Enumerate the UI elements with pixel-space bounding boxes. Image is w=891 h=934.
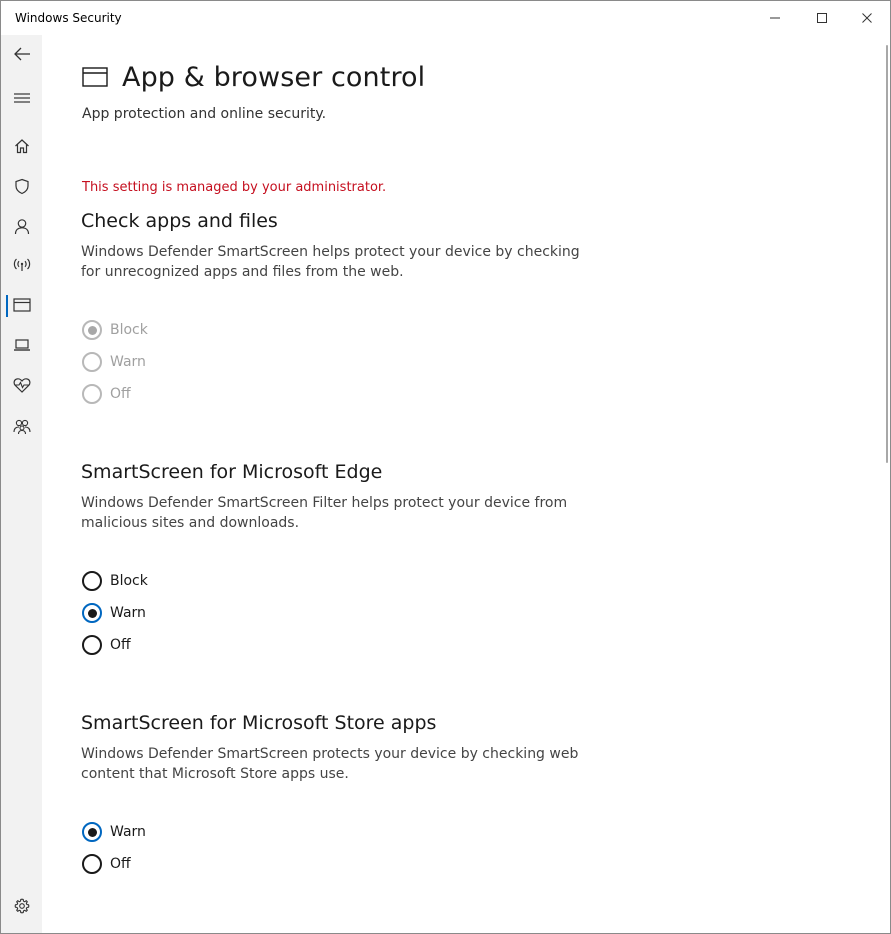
page-header: App & browser control bbox=[82, 59, 425, 95]
laptop-icon bbox=[13, 339, 30, 351]
section-title: Check apps and files bbox=[81, 210, 278, 232]
heart-pulse-icon bbox=[13, 378, 30, 393]
check-apps-off-radio: Off bbox=[82, 378, 148, 410]
radio-circle bbox=[82, 603, 102, 623]
section-check-apps-and-files: Check apps and files Windows Defender Sm… bbox=[81, 210, 601, 282]
edge-radio-group: Block Warn Off bbox=[82, 565, 148, 661]
radio-circle bbox=[82, 352, 102, 372]
home-icon bbox=[14, 139, 29, 154]
sidebar-item-firewall-network[interactable] bbox=[1, 246, 42, 284]
radio-label: Block bbox=[110, 322, 148, 338]
edge-warn-radio[interactable]: Warn bbox=[82, 597, 148, 629]
check-apps-block-radio: Block bbox=[82, 314, 148, 346]
radio-label: Off bbox=[110, 856, 131, 872]
radio-label: Off bbox=[110, 386, 131, 402]
shield-icon bbox=[14, 178, 29, 194]
store-apps-off-radio[interactable]: Off bbox=[82, 848, 146, 880]
radio-circle bbox=[82, 854, 102, 874]
check-apps-radio-group: Block Warn Off bbox=[82, 314, 148, 410]
sidebar-item-virus-protection[interactable] bbox=[1, 167, 42, 205]
edge-off-radio[interactable]: Off bbox=[82, 629, 148, 661]
sidebar-item-account-protection[interactable] bbox=[1, 207, 42, 245]
gear-icon bbox=[14, 898, 29, 914]
page-title: App & browser control bbox=[122, 61, 426, 93]
app-window: Windows Security App & browser control A… bbox=[0, 0, 891, 934]
sidebar bbox=[1, 35, 42, 933]
radio-label: Off bbox=[110, 637, 131, 653]
edge-block-radio[interactable]: Block bbox=[82, 565, 148, 597]
page-subtitle: App protection and online security. bbox=[82, 106, 327, 122]
radio-circle bbox=[82, 822, 102, 842]
radio-circle bbox=[82, 571, 102, 591]
close-button[interactable] bbox=[844, 1, 890, 35]
wireless-signal-icon bbox=[13, 258, 30, 271]
sidebar-item-family-options[interactable] bbox=[1, 408, 42, 446]
browser-window-icon bbox=[82, 67, 108, 87]
sidebar-item-device-performance[interactable] bbox=[1, 366, 42, 404]
settings-button[interactable] bbox=[1, 887, 42, 925]
vertical-scrollbar[interactable] bbox=[886, 45, 888, 463]
admin-managed-notice: This setting is managed by your administ… bbox=[82, 180, 387, 195]
back-button[interactable] bbox=[1, 35, 42, 73]
radio-label: Block bbox=[110, 573, 148, 589]
person-icon bbox=[14, 218, 29, 234]
menu-button[interactable] bbox=[1, 79, 42, 117]
title-bar[interactable]: Windows Security bbox=[1, 1, 890, 35]
close-icon bbox=[862, 13, 872, 23]
section-title: SmartScreen for Microsoft Edge bbox=[81, 461, 383, 483]
section-title: SmartScreen for Microsoft Store apps bbox=[81, 712, 437, 734]
radio-label: Warn bbox=[110, 824, 146, 840]
minimize-button[interactable] bbox=[752, 1, 798, 35]
minimize-icon bbox=[770, 17, 780, 19]
window-title: Windows Security bbox=[15, 11, 122, 25]
sidebar-item-device-security[interactable] bbox=[1, 326, 42, 364]
section-description: Windows Defender SmartScreen Filter help… bbox=[81, 495, 568, 531]
browser-window-icon bbox=[12, 298, 31, 312]
store-apps-warn-radio[interactable]: Warn bbox=[82, 816, 146, 848]
sidebar-item-app-browser-control[interactable] bbox=[1, 286, 42, 324]
store-apps-radio-group: Warn Off bbox=[82, 816, 146, 880]
check-apps-warn-radio: Warn bbox=[82, 346, 148, 378]
section-description: Windows Defender SmartScreen protects yo… bbox=[81, 746, 579, 782]
back-arrow-icon bbox=[13, 47, 30, 61]
section-description: Windows Defender SmartScreen helps prote… bbox=[81, 244, 580, 280]
maximize-button[interactable] bbox=[799, 1, 845, 35]
radio-circle bbox=[82, 320, 102, 340]
radio-label: Warn bbox=[110, 354, 146, 370]
radio-label: Warn bbox=[110, 605, 146, 621]
radio-circle bbox=[82, 635, 102, 655]
family-icon bbox=[12, 419, 31, 435]
section-smartscreen-store-apps: SmartScreen for Microsoft Store apps Win… bbox=[81, 712, 601, 784]
maximize-icon bbox=[817, 13, 827, 23]
section-smartscreen-edge: SmartScreen for Microsoft Edge Windows D… bbox=[81, 461, 601, 533]
radio-circle bbox=[82, 384, 102, 404]
sidebar-item-home[interactable] bbox=[1, 127, 42, 165]
main-content: App & browser control App protection and… bbox=[42, 35, 882, 933]
hamburger-menu-icon bbox=[13, 93, 30, 103]
